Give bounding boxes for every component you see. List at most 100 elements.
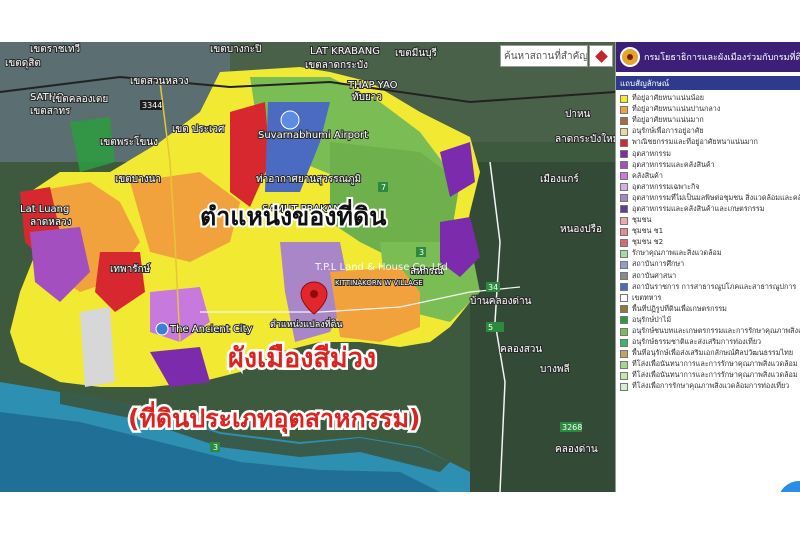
place-label-pahon: ปาหน <box>565 109 591 120</box>
legend-item-label: อนุรักษ์ป่าไม้ <box>632 314 672 324</box>
place-label-thap-yao-en: THAP YAO <box>347 80 398 91</box>
legend-item: ที่อยู่อาศัยหนาแน่นมาก <box>620 115 800 126</box>
legend-item: พื้นที่ปฏิรูปที่ดินเพื่อเกษตรกรรม <box>620 304 800 315</box>
legend-swatch <box>620 105 628 114</box>
legend-swatch <box>620 94 628 103</box>
legend-item-label: อนุรักษ์ธรรมชาติและส่งเสริมการท่องเที่ยว <box>632 337 762 347</box>
legend-header-title: กรมโยธาธิการและผังเมืองร่วมกับกรมที่ดิน <box>644 53 800 63</box>
legend-swatch <box>620 194 628 203</box>
place-label-dusit: เขตดุสิต <box>5 58 41 69</box>
road-shield-3a-text: 3 <box>419 248 424 257</box>
place-label-khlong-dan: คลองด่าน <box>555 444 598 455</box>
legend-header: กรมโยธาธิการและผังเมืองร่วมกับกรมที่ดิน <box>616 42 800 72</box>
legend-item-label: ที่อยู่อาศัยหนาแน่นน้อย <box>632 93 704 103</box>
legend-item-label: อุตสาหกรรม <box>632 148 671 158</box>
legend-swatch <box>620 205 628 214</box>
place-label-theparak: เทพารักษ์ <box>110 263 151 275</box>
legend-item: สถาบันศาสนา <box>620 271 800 282</box>
legend-item-label: คลังสินค้า <box>632 170 663 180</box>
place-label-muang-kae: เมืองแกร์ <box>540 173 579 185</box>
legend-panel[interactable]: กรมโยธาธิการและผังเมืองร่วมกับกรมที่ดิน … <box>615 42 800 492</box>
legend-swatch <box>620 138 628 147</box>
place-label-prawet: เขต ประเวศ <box>172 124 225 135</box>
legend-swatch <box>620 305 628 314</box>
legend-item-label: อนุรักษ์ชนบทและเกษตรกรรมและการรักษาคุณภา… <box>632 326 800 336</box>
legend-swatch <box>620 349 628 358</box>
legend-item-label: เขตทหาร <box>632 292 662 302</box>
legend-item: ที่อยู่อาศัยหนาแน่นปานกลาง <box>620 104 800 115</box>
legend-item-label: ที่อยู่อาศัยหนาแน่นมาก <box>632 115 704 125</box>
legend-swatch <box>620 316 628 325</box>
road-shield-3344-text: 3344 <box>142 101 162 110</box>
legend-item-label: สถาบันศาสนา <box>632 270 677 280</box>
place-label-lat-krabang-mai: ลาดกระบังใหม่ <box>555 133 615 145</box>
search-button[interactable] <box>589 45 613 67</box>
legend-item-label: ชุมชน ช1 <box>632 226 664 236</box>
place-label-thap-yao-th: ทับยาว <box>352 92 382 103</box>
place-label-min-buri: เขตมีนบุรี <box>395 47 438 59</box>
legend-item-label: ที่โล่งเพื่อนันทนาการและการรักษาคุณภาพสิ… <box>632 370 798 380</box>
legend-item-label: อนุรักษ์เพื่อการอยู่อาศัย <box>632 126 704 136</box>
place-label-ratchathewi: เขตราชเทวี <box>30 43 80 55</box>
legend-item: อุตสาหกรรมและคลังสินค้าและเกษตรกรรม <box>620 204 800 215</box>
map-screenshot-frame: 3344 7 9 3 3 34 3268 5 เขตราชเทวี เขตดุส… <box>0 42 800 492</box>
legend-swatch <box>620 127 628 136</box>
legend-item: อนุรักษ์ชนบทและเกษตรกรรมและการรักษาคุณภา… <box>620 326 800 337</box>
legend-item-label: พื้นที่อนุรักษ์เพื่อส่งเสริมเอกลักษณ์ศิล… <box>632 348 794 358</box>
legend-swatch <box>620 371 628 380</box>
legend-swatch <box>620 294 628 303</box>
legend-swatch <box>620 327 628 336</box>
department-emblem-icon <box>620 47 640 67</box>
place-label-ancient-city: The Ancient City <box>169 324 253 335</box>
legend-item: ชุมชน ช2 <box>620 237 800 248</box>
legend-item: ชุมชน ช1 <box>620 226 800 237</box>
legend-item: ที่โล่งเพื่อการรักษาคุณภาพสิ่งแวดล้อมการ… <box>620 381 800 392</box>
legend-item-label: สถาบันการศึกษา <box>632 259 685 269</box>
overlay-zone-purple: ผังเมืองสีม่วง <box>228 343 376 374</box>
legend-item-label: อุตสาหกรรมและคลังสินค้าและเกษตรกรรม <box>632 203 765 213</box>
road-shield-3b-text: 3 <box>213 443 218 452</box>
overlay-title-land-location: ตำแหน่งของที่ดิน <box>200 199 386 231</box>
overlay-watermark: T.P.L Land & House Co.,Ltd <box>314 262 448 273</box>
place-label-khlong-dan-village: บ้านคลองด่าน <box>470 295 532 307</box>
place-label-lat-krabang-en: LAT KRABANG <box>310 46 380 57</box>
road-shield-34-text: 34 <box>488 283 498 292</box>
place-label-lat-luang-th: ลาดหลวง <box>30 217 72 228</box>
legend-item: ที่อยู่อาศัยหนาแน่นน้อย <box>620 93 800 104</box>
road-shield-3268-text: 3268 <box>562 423 582 432</box>
legend-subheader: แถบสัญลักษณ์ <box>616 76 800 90</box>
place-label-suan-luang: เขตสวนหลวง <box>130 76 189 87</box>
legend-item-label: พาณิชยกรรมและที่อยู่อาศัยหนาแน่นมาก <box>632 137 758 147</box>
place-label-kittinakorn: KITTINAKORN W VILLAGE <box>335 279 423 287</box>
legend-item-label: อุตสาหกรรมและคลังสินค้า <box>632 159 715 169</box>
legend-swatch <box>620 382 628 391</box>
legend-item: ชุมชน <box>620 215 800 226</box>
search-input[interactable]: ค้นหาสถานที่สำคัญ <box>500 45 588 67</box>
legend-swatch <box>620 116 628 125</box>
legend-item: อุตสาหกรรมที่ไม่เป็นมลพิษต่อชุมชน สิ่งแว… <box>620 193 800 204</box>
land-pin-dot-icon <box>310 290 318 298</box>
legend-item: สถาบันการศึกษา <box>620 259 800 270</box>
map-canvas[interactable]: 3344 7 9 3 3 34 3268 5 เขตราชเทวี เขตดุส… <box>0 42 615 492</box>
place-label-bang-kapi: เขตบางกะปิ <box>210 44 261 55</box>
legend-item: อนุรักษ์ป่าไม้ <box>620 315 800 326</box>
legend-swatch <box>620 283 628 292</box>
legend-item: อุตสาหกรรมเฉพาะกิจ <box>620 182 800 193</box>
legend-item: อุตสาหกรรม <box>620 148 800 159</box>
legend-item-label: ชุมชน ช2 <box>632 237 664 247</box>
legend-item: อุตสาหกรรมและคลังสินค้า <box>620 160 800 171</box>
legend-item: เขตทหาร <box>620 293 800 304</box>
legend-item: รักษาคุณภาพและสิ่งแวดล้อม <box>620 248 800 259</box>
place-label-bang-phli: บางพลี <box>540 363 570 375</box>
legend-swatch <box>620 227 628 236</box>
place-label-khlong-toei: เขตคลองเตย <box>52 94 108 105</box>
legend-swatch <box>620 172 628 181</box>
road-shield-7-text: 7 <box>381 183 386 192</box>
legend-swatch <box>620 249 628 258</box>
legend-swatch <box>620 238 628 247</box>
legend-item-label: ชุมชน <box>632 215 652 225</box>
zone-military <box>80 307 115 387</box>
legend-item-label: อุตสาหกรรมเฉพาะกิจ <box>632 181 700 191</box>
place-label-lat-luang-en: Lat Luang <box>20 204 69 215</box>
legend-item-label: ที่โล่งเพื่อนันทนาการและการรักษาคุณภาพสิ… <box>632 359 798 369</box>
